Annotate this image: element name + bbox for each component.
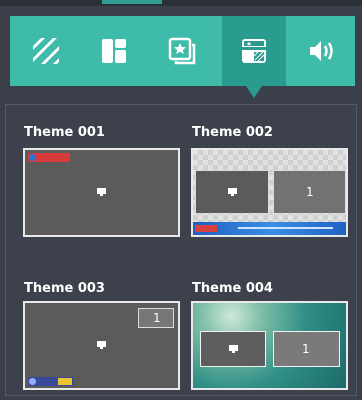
monitor-icon bbox=[97, 341, 106, 349]
theme-title: Theme 002 bbox=[192, 125, 273, 140]
layout-icon bbox=[102, 39, 126, 63]
theme-thumbnail-003[interactable]: 1 bbox=[23, 301, 180, 390]
box-number: 1 bbox=[306, 185, 314, 199]
box-number: 1 bbox=[302, 342, 310, 356]
theme-panel: Theme 001 Theme 002 1 Theme 003 1 Theme … bbox=[5, 104, 357, 396]
tool-theme[interactable] bbox=[222, 16, 286, 98]
monitor-icon bbox=[229, 345, 238, 353]
video-box bbox=[200, 331, 266, 367]
video-box bbox=[195, 170, 269, 214]
number-box: 1 bbox=[273, 170, 346, 214]
broadcast-badge bbox=[28, 153, 70, 162]
top-accent bbox=[102, 0, 162, 4]
star-frame-icon bbox=[168, 37, 196, 65]
tool-star-frame[interactable] bbox=[154, 16, 210, 86]
monitor-icon bbox=[97, 188, 106, 196]
theme-title: Theme 004 bbox=[192, 281, 273, 296]
ticker-bar bbox=[193, 222, 346, 235]
number-box: 1 bbox=[138, 308, 174, 328]
top-divider bbox=[0, 0, 362, 6]
theme-title: Theme 003 bbox=[24, 281, 105, 296]
tool-layout[interactable] bbox=[86, 16, 142, 86]
box-number: 1 bbox=[153, 311, 161, 325]
theme-thumbnail-001[interactable] bbox=[23, 148, 180, 237]
tool-pattern[interactable] bbox=[18, 16, 74, 86]
pattern-icon bbox=[33, 38, 59, 64]
theme-thumbnail-002[interactable]: 1 bbox=[191, 148, 348, 237]
theme-icon bbox=[242, 39, 266, 63]
theme-title: Theme 001 bbox=[24, 125, 105, 140]
theme-thumbnail-004[interactable]: 1 bbox=[191, 301, 348, 390]
speaker-icon bbox=[310, 41, 333, 61]
logo-badge bbox=[28, 377, 74, 386]
toolbar bbox=[10, 16, 355, 98]
tool-speaker[interactable] bbox=[294, 16, 350, 86]
monitor-icon bbox=[228, 188, 237, 196]
number-box: 1 bbox=[273, 331, 340, 367]
